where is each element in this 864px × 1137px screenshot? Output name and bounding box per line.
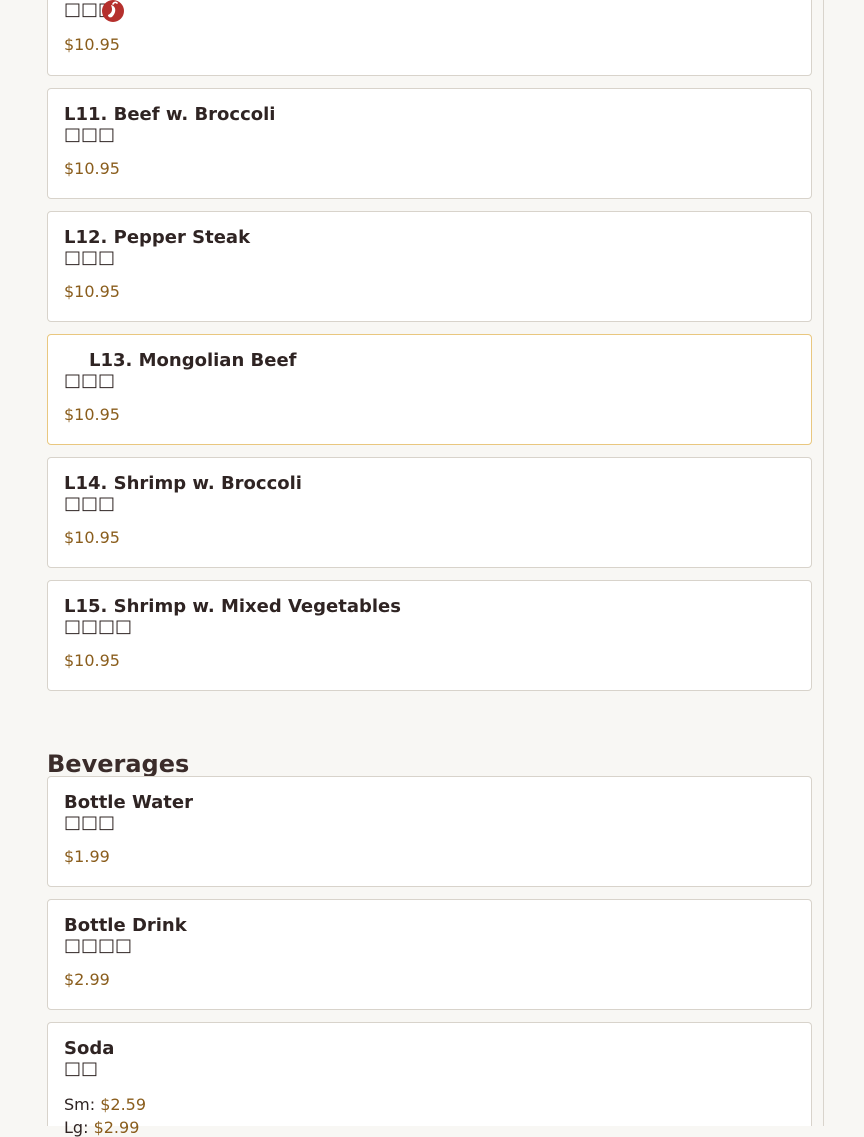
menu-item-price: $10.95 [64, 651, 120, 670]
size-price: $2.99 [93, 1118, 140, 1137]
menu-item-price: $10.95 [64, 282, 120, 301]
menu-item-chinese-name: □□□ [64, 812, 116, 833]
soda-large-price-row: Lg: $2.99 [64, 1119, 139, 1137]
menu-item-name: L12. Pepper Steak [64, 227, 251, 248]
menu-item-chinese-name: □□□□ [64, 616, 133, 637]
size-label: Lg: [64, 1118, 89, 1137]
menu-item-card-l12[interactable]: L12. Pepper Steak □□□ $10.95 [47, 211, 812, 322]
menu-item-card-l15[interactable]: L15. Shrimp w. Mixed Vegetables □□□□ $10… [47, 580, 812, 691]
menu-item-name: L11. Beef w. Broccoli [64, 104, 276, 125]
menu-item-card-l13[interactable]: L13. Mongolian Beef □□□ $10.95 [47, 334, 812, 445]
menu-item-price: $1.99 [64, 847, 110, 866]
size-price: $2.59 [100, 1095, 147, 1114]
menu-item-chinese-name: □□□ [64, 493, 116, 514]
menu-item-name: L14. Shrimp w. Broccoli [64, 473, 302, 494]
soda-small-price-row: Sm: $2.59 [64, 1096, 146, 1114]
menu-item-card-bottle-drink[interactable]: Bottle Drink □□□□ $2.99 [47, 899, 812, 1010]
menu-item-card-bottle-water[interactable]: Bottle Water □□□ $1.99 [47, 776, 812, 887]
menu-content: □□□ $10.95 L11. Beef w. Broccoli □□□ $10… [0, 0, 824, 1137]
menu-item-price: $10.95 [64, 405, 120, 424]
menu-item-name: L13. Mongolian Beef [89, 350, 297, 371]
menu-item-chinese-name: □□□ [64, 124, 116, 145]
menu-item-card-l11[interactable]: L11. Beef w. Broccoli □□□ $10.95 [47, 88, 812, 199]
menu-item-name: L15. Shrimp w. Mixed Vegetables [64, 596, 401, 617]
menu-item-name: Bottle Drink [64, 915, 187, 936]
menu-item-price: $2.99 [64, 970, 110, 989]
menu-item-name: Bottle Water [64, 792, 193, 813]
size-label: Sm: [64, 1095, 96, 1114]
menu-item-price: $10.95 [64, 159, 120, 178]
menu-item-card-l14[interactable]: L14. Shrimp w. Broccoli □□□ $10.95 [47, 457, 812, 568]
menu-item-card-soda[interactable]: Soda □□ Sm: $2.59 Lg: $2.99 [47, 1022, 812, 1137]
menu-item-chinese-name: □□□ [64, 370, 116, 391]
menu-item-price: $10.95 [64, 528, 120, 547]
menu-item-chinese-name: □□□ [64, 247, 116, 268]
chili-icon [102, 0, 124, 22]
menu-item-name: Soda [64, 1038, 115, 1059]
menu-item-chinese-name: □□ [64, 1058, 99, 1079]
menu-item-card-previous[interactable]: □□□ $10.95 [47, 0, 812, 76]
menu-item-price: $10.95 [64, 35, 120, 54]
menu-item-chinese-name: □□□□ [64, 935, 133, 956]
